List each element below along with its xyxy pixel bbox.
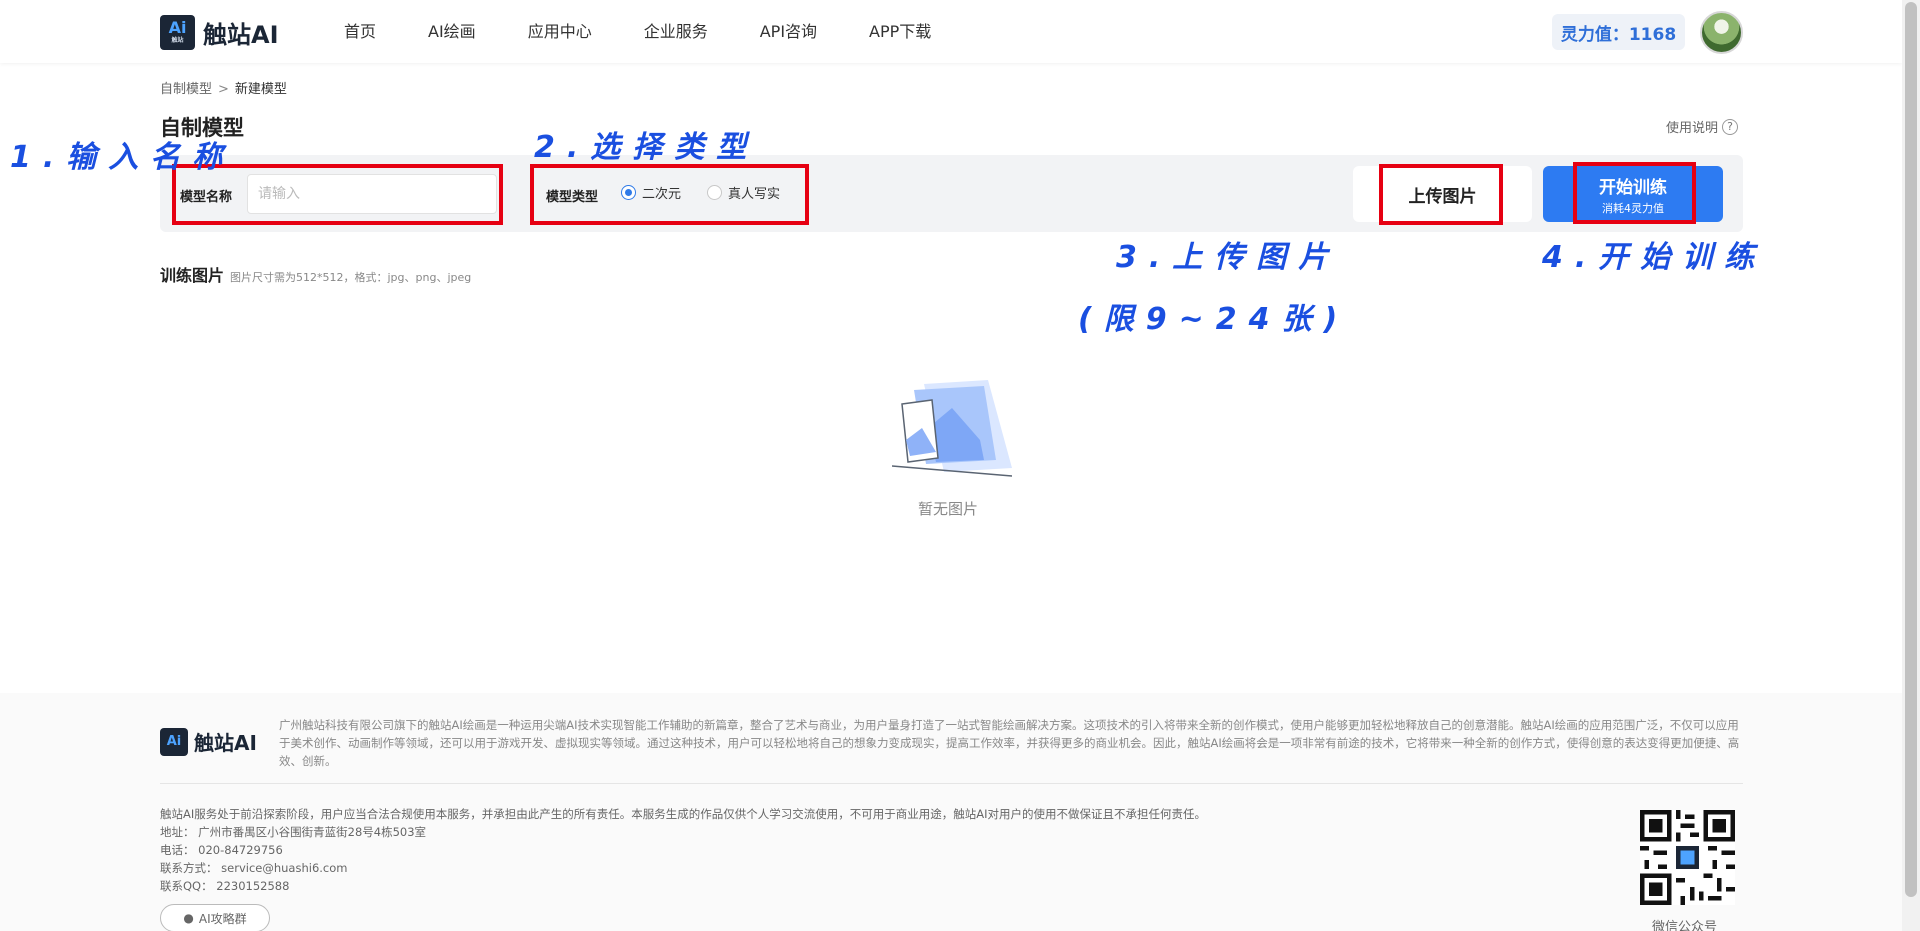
footer-phone: 电话： 020-84729756 [160,843,283,857]
annotation-box-type [530,164,809,225]
breadcrumb-separator: > [218,82,229,97]
ai-group-button[interactable]: ● AI攻略群 [160,904,270,931]
annotation-step3: 3.上传图片 [1116,240,1341,275]
nav-enterprise[interactable]: 企业服务 [618,0,734,63]
help-link[interactable]: 使用说明 ? [1666,117,1739,136]
nav-ai-painting[interactable]: AI绘画 [402,0,502,63]
nav-home[interactable]: 首页 [318,0,402,63]
main-nav: 首页 AI绘画 应用中心 企业服务 API咨询 APP下载 [318,0,957,63]
annotation-step3-note: (限9~24张) [1078,302,1350,337]
annotation-box-train [1573,162,1696,224]
annotation-step2: 2.选择类型 [534,130,759,165]
help-link-label: 使用说明 [1666,121,1719,136]
ai-group-label: AI攻略群 [198,911,247,926]
training-images-header: 训练图片 图片尺寸需为512*512，格式：jpg、png、jpeg [160,262,471,286]
footer-email[interactable]: 联系方式： service@huashi6.com [160,859,1206,877]
nav-api[interactable]: API咨询 [734,0,843,63]
annotation-step4: 4.开始训练 [1542,240,1767,275]
logo-mark-text: Ai [168,18,187,37]
footer-logo[interactable]: Ai 触站AI [160,727,257,756]
footer-logo-icon: Ai [160,727,188,756]
qr-code-label: 微信公众号 [1652,920,1718,931]
empty-state-text: 暂无图片 [918,500,979,518]
group-icon: ● [183,911,194,925]
page: Ai 触站 触站AI 首页 AI绘画 应用中心 企业服务 API咨询 APP下载… [0,0,1920,931]
footer-qq: 联系QQ： 2230152588 [160,879,290,893]
footer-divider [160,783,1743,784]
footer-address: 地址： 广州市番禺区小谷围街青蓝街28号4栋503室 [160,825,427,839]
scrollbar-thumb[interactable] [1905,2,1917,897]
breadcrumb: 自制模型 > 新建模型 [160,78,287,97]
question-icon: ? [1722,118,1739,135]
annotation-step1: 1.输入名称 [10,140,235,175]
empty-image-icon [892,380,1012,477]
avatar[interactable] [1700,11,1743,54]
training-images-title: 训练图片 [160,266,225,285]
logo-icon: Ai 触站 [160,14,195,50]
footer-info: 触站AI服务处于前沿探索阶段，用户应当合法合规使用本服务，并承担由此产生的所有责… [160,805,1206,895]
nav-app-download[interactable]: APP下载 [843,0,957,63]
footer-logo-text: 触站AI [194,731,257,755]
annotation-box-upload [1379,164,1503,225]
footer-description: 广州触站科技有限公司旗下的触站AI绘画是一种运用尖端AI技术实现智能工作辅助的新… [279,718,1740,768]
wechat-qr-code [1640,810,1735,905]
training-images-hint: 图片尺寸需为512*512，格式：jpg、png、jpeg [230,271,472,284]
breadcrumb-current: 新建模型 [234,82,287,97]
logo-text: 触站AI [203,20,279,49]
breadcrumb-parent[interactable]: 自制模型 [160,82,212,97]
top-header: Ai 触站 触站AI 首页 AI绘画 应用中心 企业服务 API咨询 APP下载… [0,0,1902,63]
footer-logo-mark-text: Ai [166,734,182,749]
logo-mark-sub: 触站 [171,37,184,44]
credits-badge[interactable]: 灵力值：1168 [1552,14,1685,50]
nav-app-center[interactable]: 应用中心 [502,0,618,63]
footer-disclaimer: 触站AI服务处于前沿探索阶段，用户应当合法合规使用本服务，并承担由此产生的所有责… [160,807,1207,821]
logo[interactable]: Ai 触站 触站AI [160,14,279,50]
